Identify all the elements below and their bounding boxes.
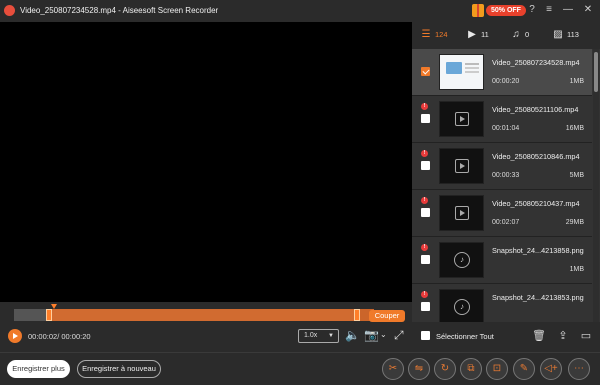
promo-offer[interactable]: 50% OFF (472, 3, 526, 18)
item-checkbox[interactable] (421, 302, 430, 311)
video-icon: ▶ (468, 29, 476, 40)
file-size: 1MB (569, 266, 584, 273)
edit-metadata-icon[interactable]: ✎ (513, 358, 535, 380)
delete-icon[interactable]: 🗑 (530, 327, 548, 345)
scrollbar[interactable] (593, 49, 599, 341)
help-icon[interactable]: ? (526, 4, 538, 16)
trim-end-handle[interactable] (354, 309, 360, 321)
chevron-down-icon[interactable]: ⌄ (380, 328, 387, 342)
merge-tool-icon[interactable]: ⧉ (460, 358, 482, 380)
music-note-icon: ♪ (454, 299, 470, 315)
tab-image[interactable]: ▨ 113 (552, 28, 579, 42)
fullscreen-icon[interactable]: ⤢ (394, 328, 404, 342)
window-title: Video_250807234528.mp4 - Aiseesoft Scree… (20, 6, 219, 15)
warning-icon: ! (421, 244, 428, 251)
playback-time: 00:00:02/ 00:00:20 (28, 332, 91, 341)
speed-select[interactable]: 1.0x ▼ (298, 329, 339, 343)
trim-timeline[interactable] (14, 304, 374, 321)
list-icon: ☰ (421, 29, 431, 40)
list-item[interactable]: ! Video_250805210846.mp4 00:00:33 5MB (412, 143, 592, 189)
thumbnail: ♪ (439, 289, 484, 325)
list-item[interactable]: Video_250807234528.mp4 00:00:20 1MB (412, 49, 592, 95)
camera-icon[interactable]: 📷 (364, 328, 379, 342)
compress-tool-icon[interactable]: ⊡ (486, 358, 508, 380)
title-bar: Video_250807234528.mp4 - Aiseesoft Scree… (0, 0, 600, 22)
close-button[interactable]: ✕ (582, 4, 594, 16)
tab-audio[interactable]: ♫ 0 (510, 28, 529, 42)
cut-tool-icon[interactable]: ✂ (382, 358, 404, 380)
file-duration: 00:00:20 (492, 78, 520, 85)
file-size: 29MB (565, 219, 584, 226)
tab-video[interactable]: ▶ 11 (466, 28, 489, 42)
split-tool-icon[interactable]: ⇋ (408, 358, 430, 380)
panel-footer: Sélectionner Tout 🗑 ⇪ ▭ (412, 322, 600, 352)
menu-icon[interactable]: ≡ (543, 4, 555, 16)
file-name: Video_250805210437.mp4 (492, 199, 580, 208)
volume-boost-icon[interactable]: ◁+ (540, 358, 562, 380)
warning-icon: ! (421, 150, 428, 157)
item-checkbox[interactable] (421, 67, 430, 76)
select-all-label[interactable]: Sélectionner Tout (436, 332, 494, 341)
music-note-icon: ♪ (454, 252, 470, 268)
promo-badge[interactable]: 50% OFF (486, 5, 526, 16)
cut-button[interactable]: Couper (369, 310, 405, 322)
file-duration: 00:00:33 (492, 172, 520, 179)
file-name: Snapshot_24...4213853.png (492, 293, 584, 302)
more-options-icon[interactable]: ⋯ (568, 358, 590, 380)
speed-value: 1.0x (304, 332, 318, 339)
file-name: Snapshot_24...4213858.png (492, 246, 584, 255)
item-checkbox[interactable] (421, 114, 430, 123)
record-more-button[interactable]: Enregistrer plus (7, 360, 70, 378)
playhead-marker[interactable] (51, 304, 57, 309)
export-folder-icon[interactable]: ⇪ (554, 327, 572, 345)
list-item[interactable]: ! Video_250805210437.mp4 00:02:07 29MB (412, 190, 592, 236)
file-size: 16MB (565, 125, 584, 132)
minimize-button[interactable]: — (562, 4, 574, 16)
video-file-icon (455, 206, 469, 220)
list-item[interactable]: ! ♪ Snapshot_24...4213858.png 1MB (412, 237, 592, 283)
video-file-icon (455, 112, 469, 126)
tab-all[interactable]: ☰ 124 (420, 28, 448, 42)
image-icon: ▨ (553, 29, 563, 40)
item-checkbox[interactable] (421, 161, 430, 170)
video-file-icon (455, 159, 469, 173)
thumbnail (439, 101, 484, 137)
file-type-tabs: ☰ 124 ▶ 11 ♫ 0 ▨ 113 (412, 22, 600, 49)
chevron-down-icon: ▼ (328, 333, 334, 339)
convert-tool-icon[interactable]: ↻ (434, 358, 456, 380)
selected-range (48, 309, 374, 321)
item-checkbox[interactable] (421, 208, 430, 217)
recordings-panel: ☰ 124 ▶ 11 ♫ 0 ▨ 113 Video_250807234528.mp4 … (412, 22, 600, 352)
file-name: Video_250807234528.mp4 (492, 58, 580, 67)
volume-icon[interactable]: 🔈 (345, 328, 360, 342)
file-name: Video_250805211106.mp4 (492, 105, 579, 114)
record-again-button[interactable]: Enregistrer à nouveau (77, 360, 161, 378)
thumbnail (439, 54, 484, 90)
thumbnail (439, 148, 484, 184)
file-duration: 00:01:04 (492, 125, 520, 132)
list-item[interactable]: ! Video_250805211106.mp4 00:01:04 16MB (412, 96, 592, 142)
warning-icon: ! (421, 103, 428, 110)
trim-start-handle[interactable] (46, 309, 52, 321)
open-folder-icon[interactable]: ▭ (577, 327, 595, 345)
music-icon: ♫ (512, 29, 520, 40)
scrollbar-thumb[interactable] (594, 52, 598, 92)
select-all-checkbox[interactable] (421, 331, 430, 340)
app-logo-icon (4, 5, 15, 16)
thumbnail (439, 195, 484, 231)
video-preview[interactable] (0, 22, 412, 302)
warning-icon: ! (421, 291, 428, 298)
thumbnail: ♪ (439, 242, 484, 278)
play-button[interactable] (8, 329, 22, 343)
file-name: Video_250805210846.mp4 (492, 152, 580, 161)
file-size: 5MB (569, 172, 584, 179)
file-duration: 00:02:07 (492, 219, 520, 226)
bottom-toolbar: Enregistrer plus Enregistrer à nouveau ✂… (0, 352, 600, 385)
gift-icon (472, 4, 484, 17)
file-size: 1MB (569, 78, 584, 85)
file-list: Video_250807234528.mp4 00:00:20 1MB ! Vi… (412, 49, 592, 341)
item-checkbox[interactable] (421, 255, 430, 264)
warning-icon: ! (421, 197, 428, 204)
